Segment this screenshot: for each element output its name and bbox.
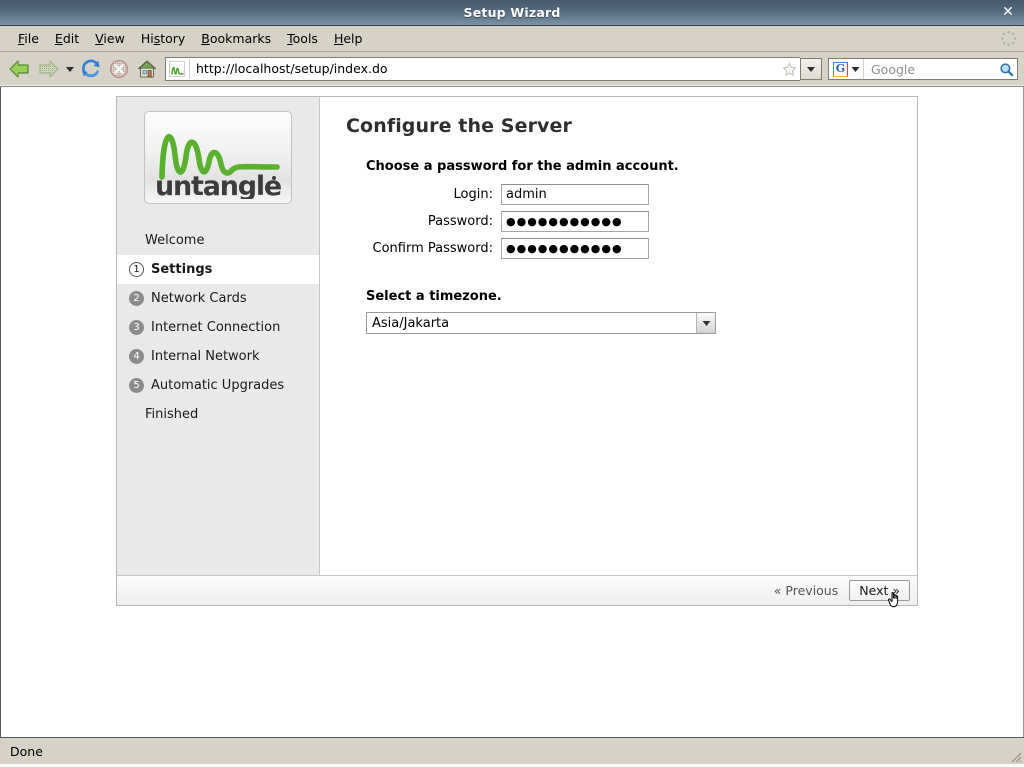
step-label: Settings <box>151 262 213 277</box>
reload-icon[interactable] <box>77 55 105 83</box>
wizard-footer: « Previous Next » <box>117 575 917 608</box>
wizard-body: untangle Welcome 1 Settings 2 Network Ca… <box>117 97 917 575</box>
google-g-icon: G <box>833 61 848 77</box>
password-field-row: Password: <box>346 211 893 232</box>
menu-item-edit[interactable]: Edit <box>47 29 87 48</box>
step-label: Automatic Upgrades <box>151 378 285 393</box>
url-dropdown-chevron-down-icon[interactable] <box>800 58 822 80</box>
menu-item-bookmarks[interactable]: Bookmarks <box>193 29 279 48</box>
password-input[interactable] <box>501 211 649 232</box>
search-bar[interactable]: G Google <box>828 58 1018 80</box>
menu-item-help[interactable]: Help <box>326 29 371 48</box>
sidebar-item-welcome[interactable]: Welcome <box>117 226 319 255</box>
bookmark-star-icon[interactable] <box>778 59 800 79</box>
page-title: Configure the Server <box>346 115 572 137</box>
menu-item-tools[interactable]: Tools <box>279 29 326 48</box>
menu-item-history[interactable]: History <box>133 29 193 48</box>
menubar: File Edit View History Bookmarks Tools H… <box>0 26 1024 52</box>
sidebar-item-internal-network[interactable]: 4 Internal Network <box>117 342 319 371</box>
search-engine-selector[interactable]: G <box>829 59 864 79</box>
nav-history-chevron-down-icon[interactable] <box>62 55 77 83</box>
chevron-down-icon[interactable] <box>696 313 715 333</box>
step-badge: 4 <box>129 349 144 364</box>
page-viewport: untangle Welcome 1 Settings 2 Network Ca… <box>0 87 1024 737</box>
statusbar: Done <box>0 737 1024 764</box>
sidebar-item-internet-connection[interactable]: 3 Internet Connection <box>117 313 319 342</box>
close-icon[interactable]: ✕ <box>1000 3 1016 21</box>
step-badge: 3 <box>129 320 144 335</box>
confirm-password-input[interactable] <box>501 238 649 259</box>
wizard-steps: Welcome 1 Settings 2 Network Cards 3 Int… <box>117 226 319 429</box>
svg-text:untangle: untangle <box>155 171 281 199</box>
confirm-password-field-row: Confirm Password: <box>346 238 893 259</box>
timezone-select[interactable]: Asia/Jakarta <box>366 312 716 334</box>
timezone-section-label: Select a timezone. <box>366 289 502 304</box>
next-button[interactable]: Next » <box>849 580 910 601</box>
untangle-favicon-icon <box>169 61 185 77</box>
navigation-toolbar: http://localhost/setup/index.do G Google <box>0 52 1024 87</box>
step-badge: 5 <box>129 378 144 393</box>
step-label: Internet Connection <box>151 320 281 335</box>
url-bar[interactable]: http://localhost/setup/index.do <box>165 57 800 81</box>
wizard-content: Configure the Server Choose a password f… <box>320 97 917 575</box>
sidebar-item-finished[interactable]: Finished <box>117 400 319 429</box>
timezone-block: Select a timezone. Asia/Jakarta <box>346 289 893 334</box>
forward-arrow-icon <box>34 55 62 83</box>
url-input[interactable]: http://localhost/setup/index.do <box>189 59 778 79</box>
step-badge: 2 <box>129 291 144 306</box>
back-arrow-icon[interactable] <box>6 55 34 83</box>
wizard-sidebar: untangle Welcome 1 Settings 2 Network Ca… <box>117 97 320 575</box>
untangle-logo: untangle <box>144 111 292 204</box>
status-text: Done <box>10 743 43 759</box>
resize-grip-icon[interactable] <box>1008 748 1022 763</box>
menu-item-view[interactable]: View <box>87 29 133 48</box>
step-label: Internal Network <box>151 349 260 364</box>
browser-window: Setup Wizard ✕ File Edit View History Bo… <box>0 0 1024 764</box>
stop-icon <box>105 55 133 83</box>
step-label: Network Cards <box>151 291 247 306</box>
sidebar-item-network-cards[interactable]: 2 Network Cards <box>117 284 319 313</box>
previous-button[interactable]: « Previous <box>767 580 845 601</box>
magnifier-icon[interactable] <box>995 62 1017 77</box>
loading-throbber-icon <box>1000 30 1017 47</box>
setup-wizard-panel: untangle Welcome 1 Settings 2 Network Ca… <box>116 96 918 608</box>
sidebar-item-settings[interactable]: 1 Settings <box>117 255 319 284</box>
login-input[interactable] <box>501 184 649 205</box>
confirm-password-label: Confirm Password: <box>372 241 493 256</box>
step-label: Welcome <box>145 233 205 248</box>
password-label: Password: <box>427 214 493 229</box>
search-engine-chevron-down-icon <box>851 67 860 72</box>
menu-item-file[interactable]: File <box>10 29 47 48</box>
step-label: Finished <box>145 407 199 422</box>
window-title: Setup Wizard <box>463 5 561 20</box>
home-icon[interactable] <box>133 55 161 83</box>
sidebar-item-automatic-upgrades[interactable]: 5 Automatic Upgrades <box>117 371 319 400</box>
search-input[interactable]: Google <box>864 62 995 77</box>
password-section-label: Choose a password for the admin account. <box>366 159 679 174</box>
login-label: Login: <box>453 187 493 202</box>
timezone-value: Asia/Jakarta <box>372 315 450 331</box>
login-field-row: Login: <box>346 184 893 205</box>
window-titlebar: Setup Wizard ✕ <box>0 0 1024 26</box>
step-badge: 1 <box>129 262 144 277</box>
